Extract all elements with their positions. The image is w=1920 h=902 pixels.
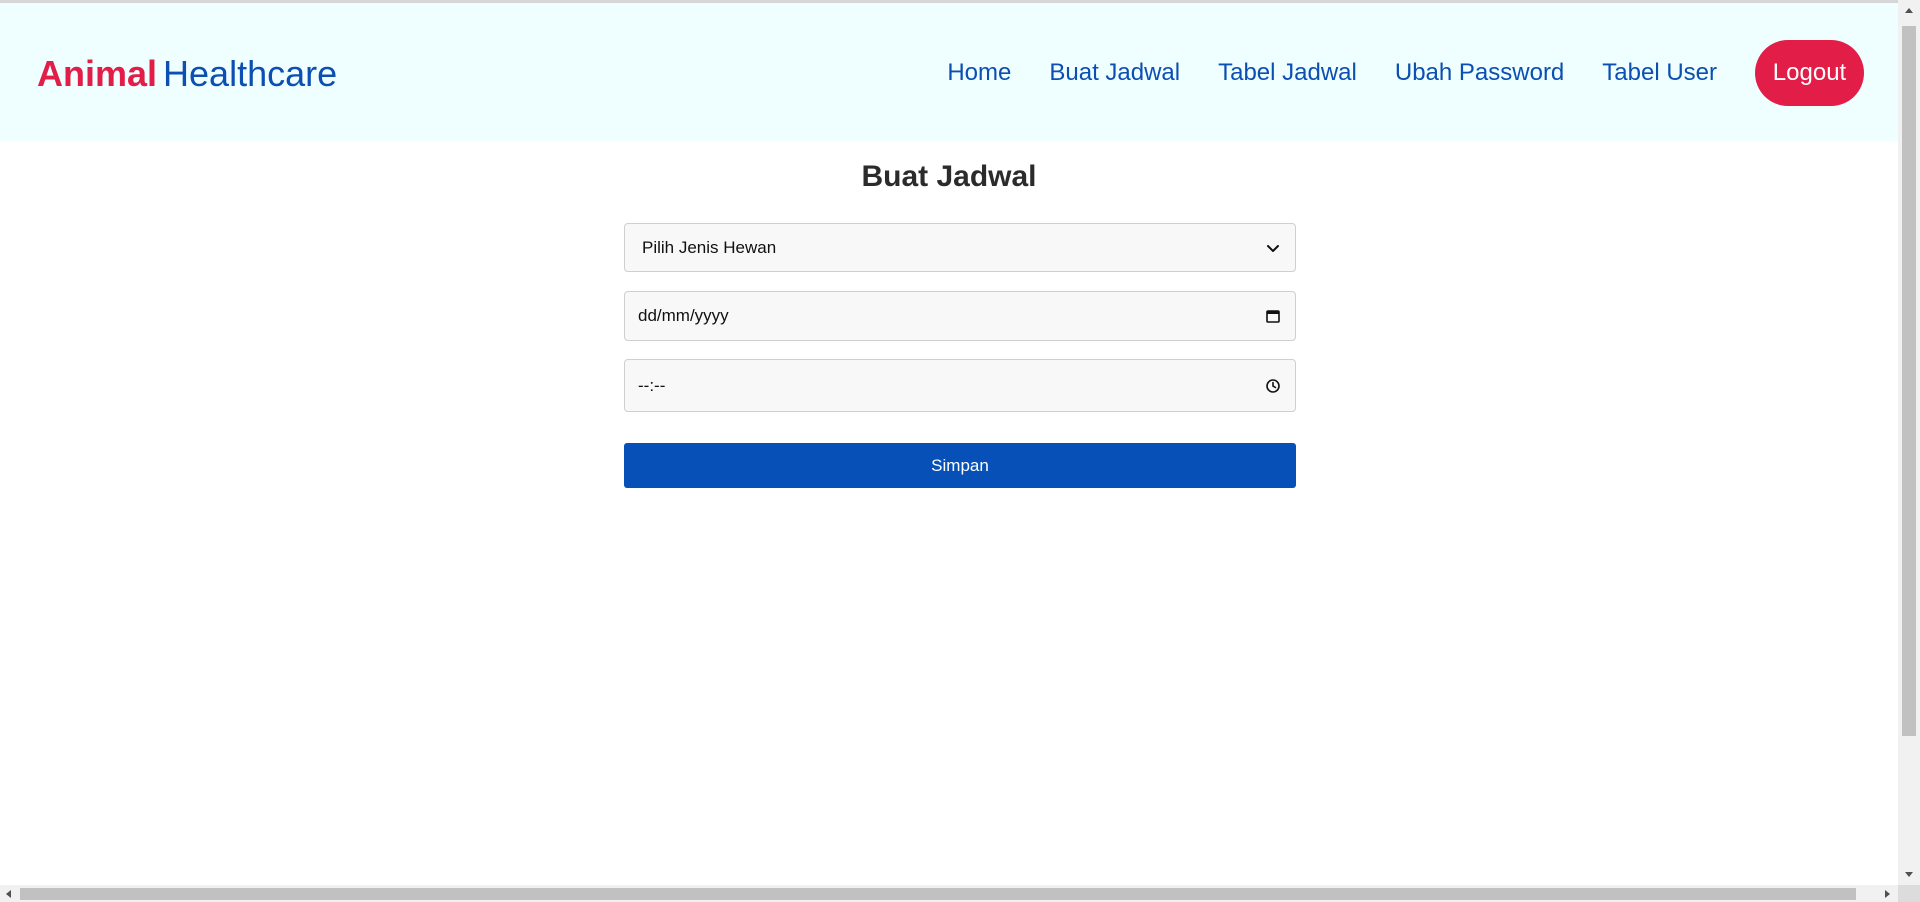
horizontal-scrollbar[interactable]: [0, 885, 1898, 902]
clock-icon[interactable]: [1265, 378, 1281, 394]
scroll-right-arrow-icon[interactable]: [1885, 890, 1890, 898]
nav-tabel-user[interactable]: Tabel User: [1602, 59, 1717, 87]
animal-type-select[interactable]: Pilih Jenis Hewan: [624, 223, 1296, 272]
calendar-icon[interactable]: [1265, 308, 1281, 324]
page: Animal Healthcare Home Buat Jadwal Tabel …: [0, 0, 1920, 902]
brand-logo[interactable]: Animal Healthcare: [37, 52, 337, 96]
time-input[interactable]: --:--: [624, 359, 1296, 412]
time-input-value: --:--: [638, 375, 666, 395]
brand-name-part1: Animal: [37, 53, 158, 94]
scrollbar-corner: [1898, 885, 1920, 902]
scroll-left-arrow-icon[interactable]: [6, 890, 11, 898]
header: Animal Healthcare Home Buat Jadwal Tabel …: [0, 3, 1898, 141]
scroll-up-arrow-icon[interactable]: [1905, 8, 1913, 13]
nav-tabel-jadwal[interactable]: Tabel Jadwal: [1218, 59, 1357, 87]
nav-ubah-password[interactable]: Ubah Password: [1395, 59, 1564, 87]
chevron-down-icon: [1267, 244, 1279, 252]
date-input[interactable]: dd/mm/yyyy: [624, 291, 1296, 341]
save-button[interactable]: Simpan: [624, 443, 1296, 488]
main-nav: Home Buat Jadwal Tabel Jadwal Ubah Passw…: [947, 39, 1864, 107]
animal-type-select-value: Pilih Jenis Hewan: [642, 237, 777, 257]
scroll-down-arrow-icon[interactable]: [1905, 872, 1913, 877]
logout-button[interactable]: Logout: [1755, 40, 1864, 106]
page-title: Buat Jadwal: [861, 160, 1037, 193]
vertical-scrollbar[interactable]: [1898, 0, 1920, 885]
nav-home[interactable]: Home: [947, 59, 1011, 87]
nav-buat-jadwal[interactable]: Buat Jadwal: [1049, 59, 1180, 87]
brand-name-part2: Healthcare: [163, 53, 338, 94]
horizontal-scrollbar-thumb[interactable]: [20, 888, 1856, 900]
vertical-scrollbar-thumb[interactable]: [1902, 26, 1916, 736]
date-input-value: dd/mm/yyyy: [638, 306, 729, 325]
